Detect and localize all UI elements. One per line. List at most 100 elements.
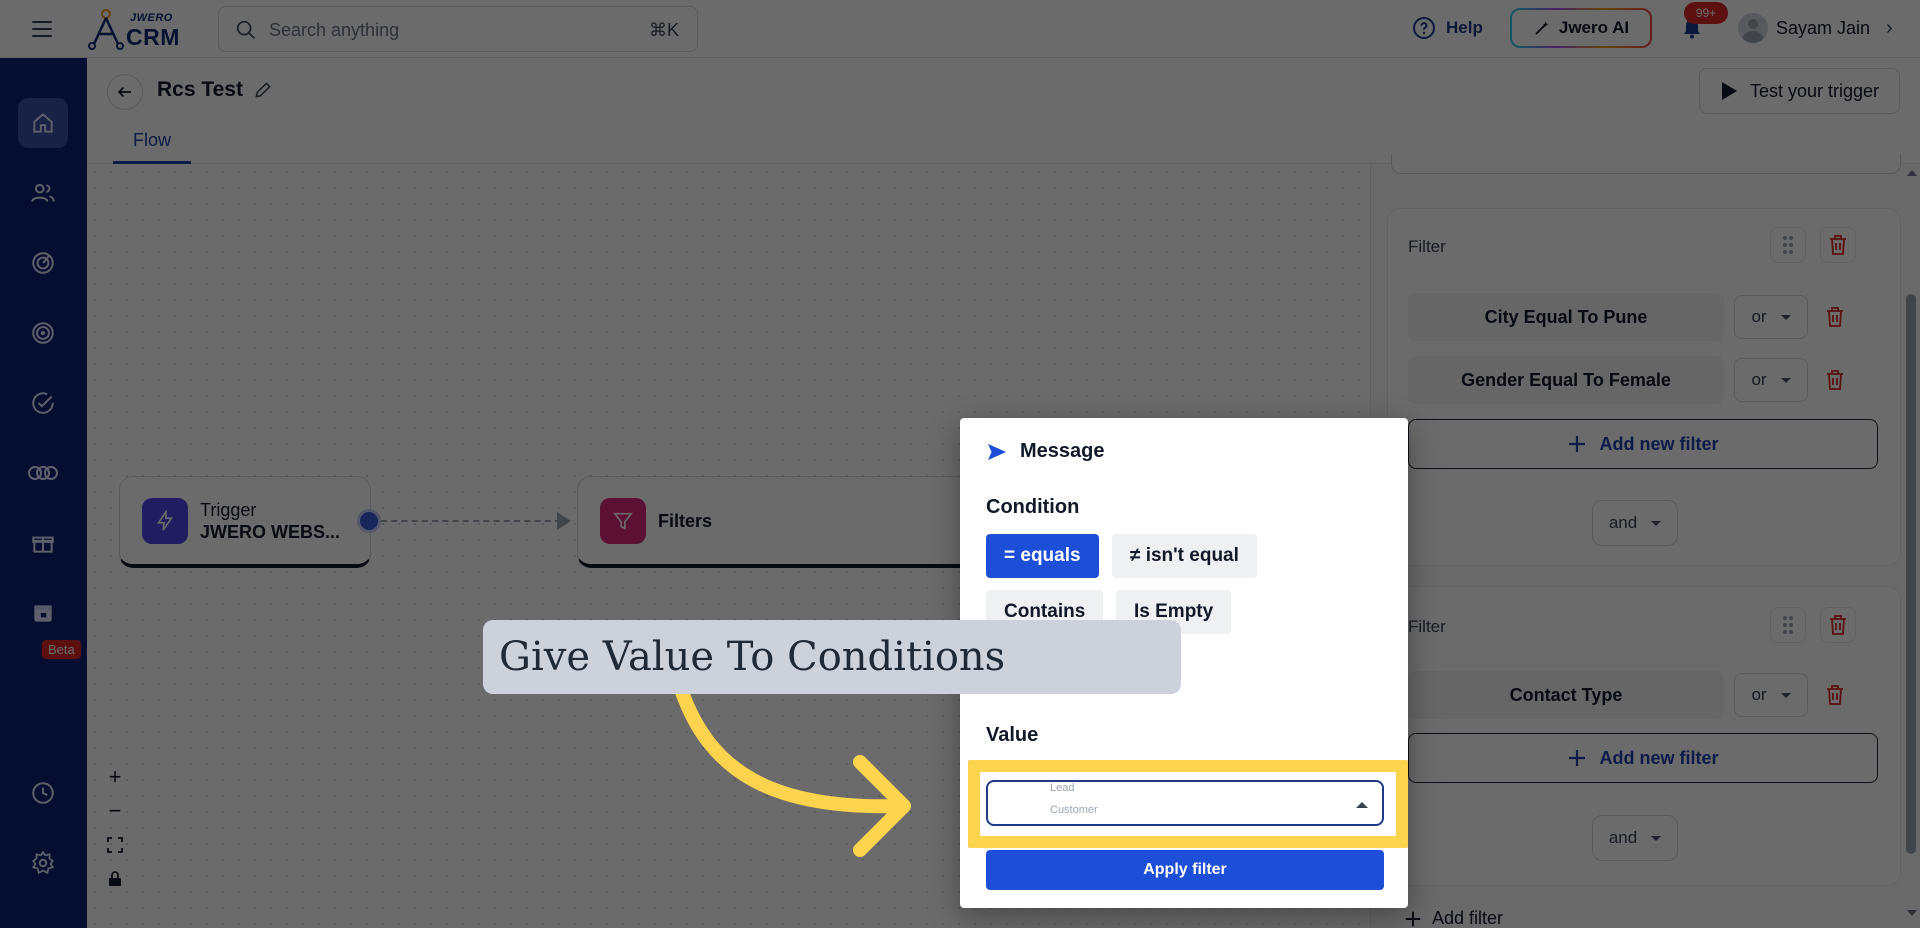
- settings-icon: [31, 850, 55, 875]
- popover-title: Message: [1020, 440, 1105, 462]
- trigger-node-title: Trigger: [200, 499, 257, 520]
- condition-not-equal-button[interactable]: ≠ isn't equal: [1112, 534, 1257, 578]
- test-trigger-button[interactable]: Test your trigger: [1698, 68, 1900, 114]
- filter-panel: Filter City Equal To Pune or Gender Equa…: [1370, 154, 1920, 928]
- target-icon: [32, 322, 54, 344]
- delete-row-button[interactable]: [1820, 302, 1850, 332]
- check-circle-icon: [32, 392, 54, 414]
- trigger-node-subtitle: JWERO WEBS...: [200, 521, 341, 542]
- fit-view-button[interactable]: [102, 832, 128, 858]
- beta-badge: Beta: [42, 640, 81, 659]
- notification-badge: 99+: [1684, 2, 1728, 24]
- search-input[interactable]: Search anything ⌘K: [218, 6, 698, 52]
- trigger-node[interactable]: Trigger JWERO WEBS...: [119, 476, 371, 568]
- join-select[interactable]: and: [1592, 815, 1678, 861]
- filters-node-icon-box: [600, 497, 646, 544]
- help-button[interactable]: Help: [1412, 16, 1483, 40]
- add-new-filter-button[interactable]: Add new filter: [1408, 419, 1878, 469]
- caret-down-icon: [1651, 835, 1662, 841]
- apply-filter-button[interactable]: Apply filter: [986, 850, 1384, 890]
- help-icon: [1413, 17, 1435, 39]
- panel-scrollbar[interactable]: [1902, 164, 1918, 928]
- back-button[interactable]: [107, 74, 143, 110]
- scroll-down-icon[interactable]: [1907, 910, 1917, 916]
- user-menu[interactable]: Sayam Jain ›: [1738, 13, 1893, 43]
- infinity-icon: [28, 466, 58, 480]
- caret-up-icon: [1356, 802, 1368, 808]
- flow-connector: [381, 520, 561, 522]
- filters-node[interactable]: Filters: [577, 476, 997, 568]
- operator-value: or: [1751, 370, 1767, 389]
- trash-icon: [1827, 307, 1843, 327]
- operator-value: or: [1751, 685, 1767, 704]
- users-icon: [31, 183, 55, 202]
- sidebar: Beta: [0, 58, 87, 928]
- sidebar-item-rewards[interactable]: [18, 518, 68, 568]
- condition-label: Condition: [986, 496, 1080, 518]
- flow-title-text: Rcs Test: [157, 78, 243, 101]
- plus-icon: [1569, 436, 1586, 452]
- caret-down-icon: [1780, 692, 1791, 698]
- scroll-thumb[interactable]: [1906, 294, 1916, 854]
- sidebar-item-integrations[interactable]: [18, 448, 68, 498]
- join-select[interactable]: and: [1592, 500, 1678, 546]
- funnel-icon: [613, 512, 633, 530]
- operator-select[interactable]: or: [1734, 673, 1808, 717]
- join-value: and: [1608, 828, 1638, 847]
- scroll-up-icon[interactable]: [1907, 170, 1917, 176]
- operator-select[interactable]: or: [1734, 295, 1808, 339]
- search-icon: [236, 20, 255, 39]
- filter-group-title: Filter: [1408, 617, 1446, 636]
- sidebar-item-calendar[interactable]: [18, 588, 68, 638]
- caret-down-icon: [1780, 377, 1791, 383]
- home-icon: [33, 113, 53, 133]
- filter-row[interactable]: Gender Equal To Female: [1408, 356, 1724, 404]
- condition-equals-button[interactable]: = equals: [986, 534, 1099, 578]
- add-filter-button[interactable]: Add filter: [1404, 908, 1503, 928]
- avatar: [1738, 13, 1768, 43]
- previous-card: [1391, 154, 1901, 174]
- menu-icon[interactable]: [20, 14, 64, 44]
- user-name: Sayam Jain: [1776, 17, 1871, 38]
- zoom-out-button[interactable]: −: [102, 798, 128, 824]
- jwero-ai-button[interactable]: Jwero AI: [1510, 8, 1652, 48]
- logo[interactable]: JWERO CRM: [86, 8, 186, 50]
- connector-arrow-icon: [557, 512, 571, 530]
- drag-handle-icon[interactable]: [1770, 227, 1806, 263]
- sidebar-item-goals[interactable]: [18, 308, 68, 358]
- drag-handle-icon[interactable]: [1770, 607, 1806, 643]
- sidebar-item-tasks[interactable]: [18, 378, 68, 428]
- value-select[interactable]: Lead Customer: [986, 780, 1384, 826]
- trash-icon: [1827, 370, 1843, 390]
- delete-group-button[interactable]: [1820, 227, 1856, 263]
- sidebar-item-home[interactable]: [18, 98, 68, 148]
- test-trigger-label: Test your trigger: [1749, 80, 1879, 101]
- tutorial-callout: Give Value To Conditions: [483, 620, 1181, 694]
- pencil-icon[interactable]: [253, 80, 273, 100]
- filter-row[interactable]: City Equal To Pune: [1408, 293, 1724, 341]
- jwero-ai-label: Jwero AI: [1558, 18, 1630, 37]
- chevron-right-icon: ›: [1886, 16, 1893, 39]
- search-shortcut: ⌘K: [648, 20, 679, 40]
- delete-group-button[interactable]: [1820, 607, 1856, 643]
- operator-select[interactable]: or: [1734, 358, 1808, 402]
- sidebar-item-history[interactable]: [18, 768, 68, 818]
- sidebar-item-settings[interactable]: [18, 838, 68, 888]
- plus-icon: [1405, 911, 1421, 926]
- zoom-in-button[interactable]: +: [102, 764, 128, 790]
- caret-down-icon: [1651, 520, 1662, 526]
- tab-flow[interactable]: Flow: [113, 128, 191, 164]
- popover-header: Message: [986, 440, 1105, 463]
- add-new-filter-button[interactable]: Add new filter: [1408, 733, 1878, 783]
- trigger-output-handle[interactable]: [357, 509, 381, 533]
- filters-node-title: Filters: [658, 510, 713, 531]
- plus-icon: [1569, 750, 1586, 766]
- sidebar-item-contacts[interactable]: [18, 168, 68, 218]
- caret-down-icon: [1780, 314, 1791, 320]
- delete-row-button[interactable]: [1820, 680, 1850, 710]
- lock-button[interactable]: [102, 866, 128, 892]
- value-option-preview: Lead: [1050, 782, 1075, 794]
- sidebar-item-campaigns[interactable]: [18, 238, 68, 288]
- delete-row-button[interactable]: [1820, 365, 1850, 395]
- filter-row[interactable]: Contact Type: [1408, 671, 1724, 719]
